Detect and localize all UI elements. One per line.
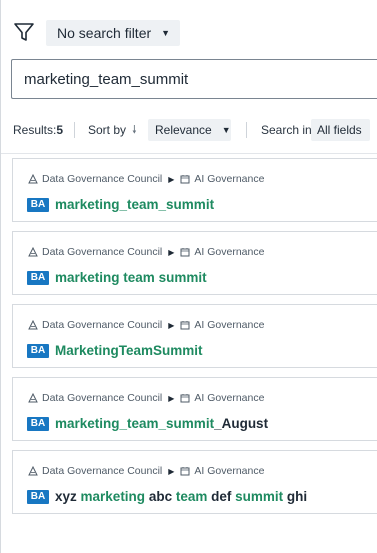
asset-type-badge: BA [27,270,49,285]
sort-value: Relevance [155,123,212,137]
result-card[interactable]: Data Governance Council ▶ AI Governance BA m… [12,377,377,441]
breadcrumb: Data Governance Council ▶ AI Governance [28,465,264,477]
community-icon [28,466,38,476]
breadcrumb-domain[interactable]: AI Governance [194,465,264,477]
breadcrumb: Data Governance Council ▶ AI Governance [28,392,264,404]
title-match-highlight: summit [158,270,207,285]
search-input[interactable]: marketing_team_summit [11,59,377,99]
caret-right-icon: ▶ [168,320,175,330]
domain-icon [180,247,190,257]
result-card[interactable]: Data Governance Council ▶ AI Governance BA M… [12,304,377,368]
chevron-down-icon: ▼ [161,28,171,38]
result-card[interactable]: Data Governance Council ▶ AI Governance BA m… [12,158,377,222]
domain-icon [180,320,190,330]
caret-right-icon: ▶ [168,466,175,476]
results-toolbar: Results:5 Sort by 🠗 Relevance ▼ Search i… [1,116,377,144]
result-title-link[interactable]: marketing team summit [55,270,207,285]
result-card[interactable]: Data Governance Council ▶ AI Governance BA x… [12,450,377,514]
title-text: def [207,489,236,504]
result-title-link[interactable]: marketing_team_summit [55,197,214,212]
breadcrumb-community[interactable]: Data Governance Council [42,319,162,331]
asset-type-badge: BA [27,197,49,212]
breadcrumb-domain[interactable]: AI Governance [194,319,264,331]
breadcrumb-domain[interactable]: AI Governance [194,246,264,258]
asset-type-badge: BA [27,489,49,504]
divider [74,122,75,138]
community-icon [28,174,38,184]
caret-right-icon: ▶ [168,247,175,257]
title-match-highlight: team [123,270,155,285]
title-text: xyz [55,489,81,504]
breadcrumb-community[interactable]: Data Governance Council [42,173,162,185]
title-match-highlight: marketing_team_summit [55,416,215,431]
sort-by-label: Sort by [88,123,127,137]
domain-icon [180,393,190,403]
title-match-highlight: marketing [80,489,146,504]
results-count: Results:5 [13,123,64,137]
divider [1,153,377,154]
result-title-row: BA xyz marketing abc team def summit ghi [27,489,307,504]
breadcrumb-community[interactable]: Data Governance Council [42,392,162,404]
title-match-highlight: MarketingTeamSummit [55,343,203,358]
title-match-highlight: summit [235,489,284,504]
breadcrumb-domain[interactable]: AI Governance [194,392,264,404]
breadcrumb-community[interactable]: Data Governance Council [42,465,162,477]
asset-type-badge: BA [27,343,49,358]
result-card[interactable]: Data Governance Council ▶ AI Governance BA m… [12,231,377,295]
title-match-highlight: marketing_team_summit [55,197,215,212]
breadcrumb: Data Governance Council ▶ AI Governance [28,173,264,185]
filter-row: No search filter ▼ [1,0,377,64]
breadcrumb-community[interactable]: Data Governance Council [42,246,162,258]
search-filter-label: No search filter [57,25,152,41]
divider [246,122,247,138]
caret-right-icon: ▶ [168,174,175,184]
result-title-row: BA marketing_team_summit [27,197,214,212]
search-input-value: marketing_team_summit [24,70,189,88]
result-title-link[interactable]: MarketingTeamSummit [55,343,203,358]
result-title-row: BA MarketingTeamSummit [27,343,203,358]
community-icon [28,320,38,330]
title-text: ghi [283,489,308,504]
search-in-value: All fields [317,123,362,137]
search-filter-dropdown[interactable]: No search filter ▼ [46,20,180,46]
result-title-link[interactable]: xyz marketing abc team def summit ghi [55,489,307,504]
filter-funnel-icon[interactable] [13,21,35,43]
result-title-row: BA marketing team summit [27,270,207,285]
search-in-label: Search in [261,123,312,137]
title-text: _August [214,416,269,431]
result-title-row: BA marketing_team_summit_August [27,416,268,431]
domain-icon [180,466,190,476]
asset-type-badge: BA [27,416,49,431]
title-match-highlight: marketing [55,270,120,285]
result-title-link[interactable]: marketing_team_summit_August [55,416,268,431]
breadcrumb: Data Governance Council ▶ AI Governance [28,246,264,258]
search-in-dropdown[interactable]: All fields [311,119,370,141]
breadcrumb: Data Governance Council ▶ AI Governance [28,319,264,331]
domain-icon [180,174,190,184]
search-panel: No search filter ▼ marketing_team_summit… [0,0,377,553]
caret-right-icon: ▶ [168,393,175,403]
community-icon [28,247,38,257]
sort-dropdown[interactable]: Relevance ▼ [148,119,231,141]
chevron-down-icon: ▼ [221,125,231,135]
sort-direction-icon[interactable]: 🠗 [132,121,137,140]
breadcrumb-domain[interactable]: AI Governance [194,173,264,185]
title-text: abc [145,489,176,504]
title-match-highlight: team [175,489,208,504]
community-icon [28,393,38,403]
